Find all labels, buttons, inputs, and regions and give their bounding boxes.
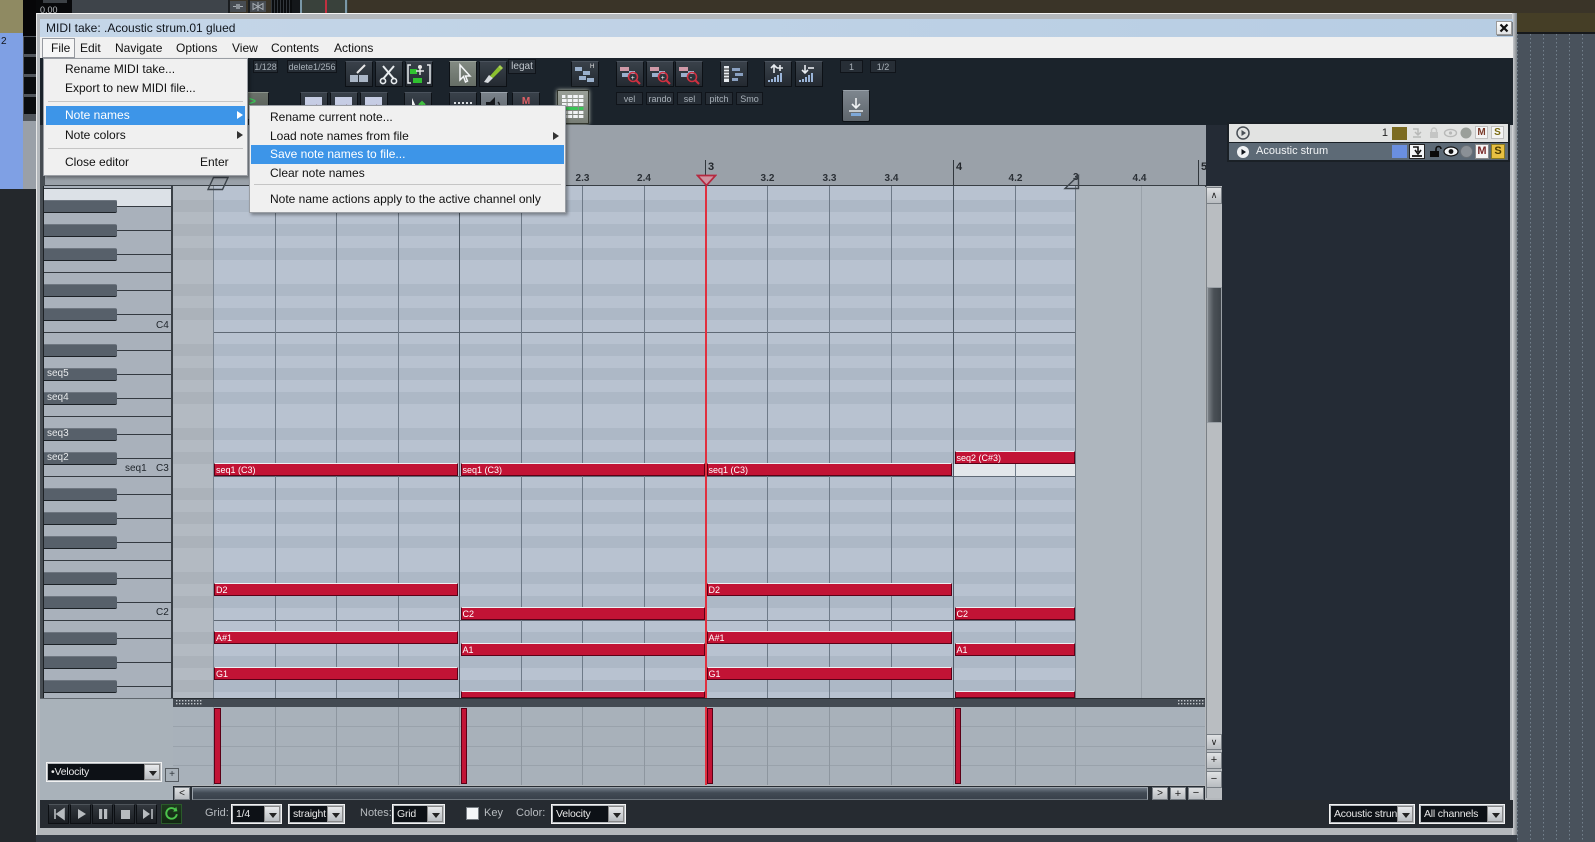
svg-text:+: + bbox=[661, 75, 665, 82]
svg-text:+: + bbox=[631, 75, 635, 82]
svg-text:H: H bbox=[590, 64, 594, 70]
